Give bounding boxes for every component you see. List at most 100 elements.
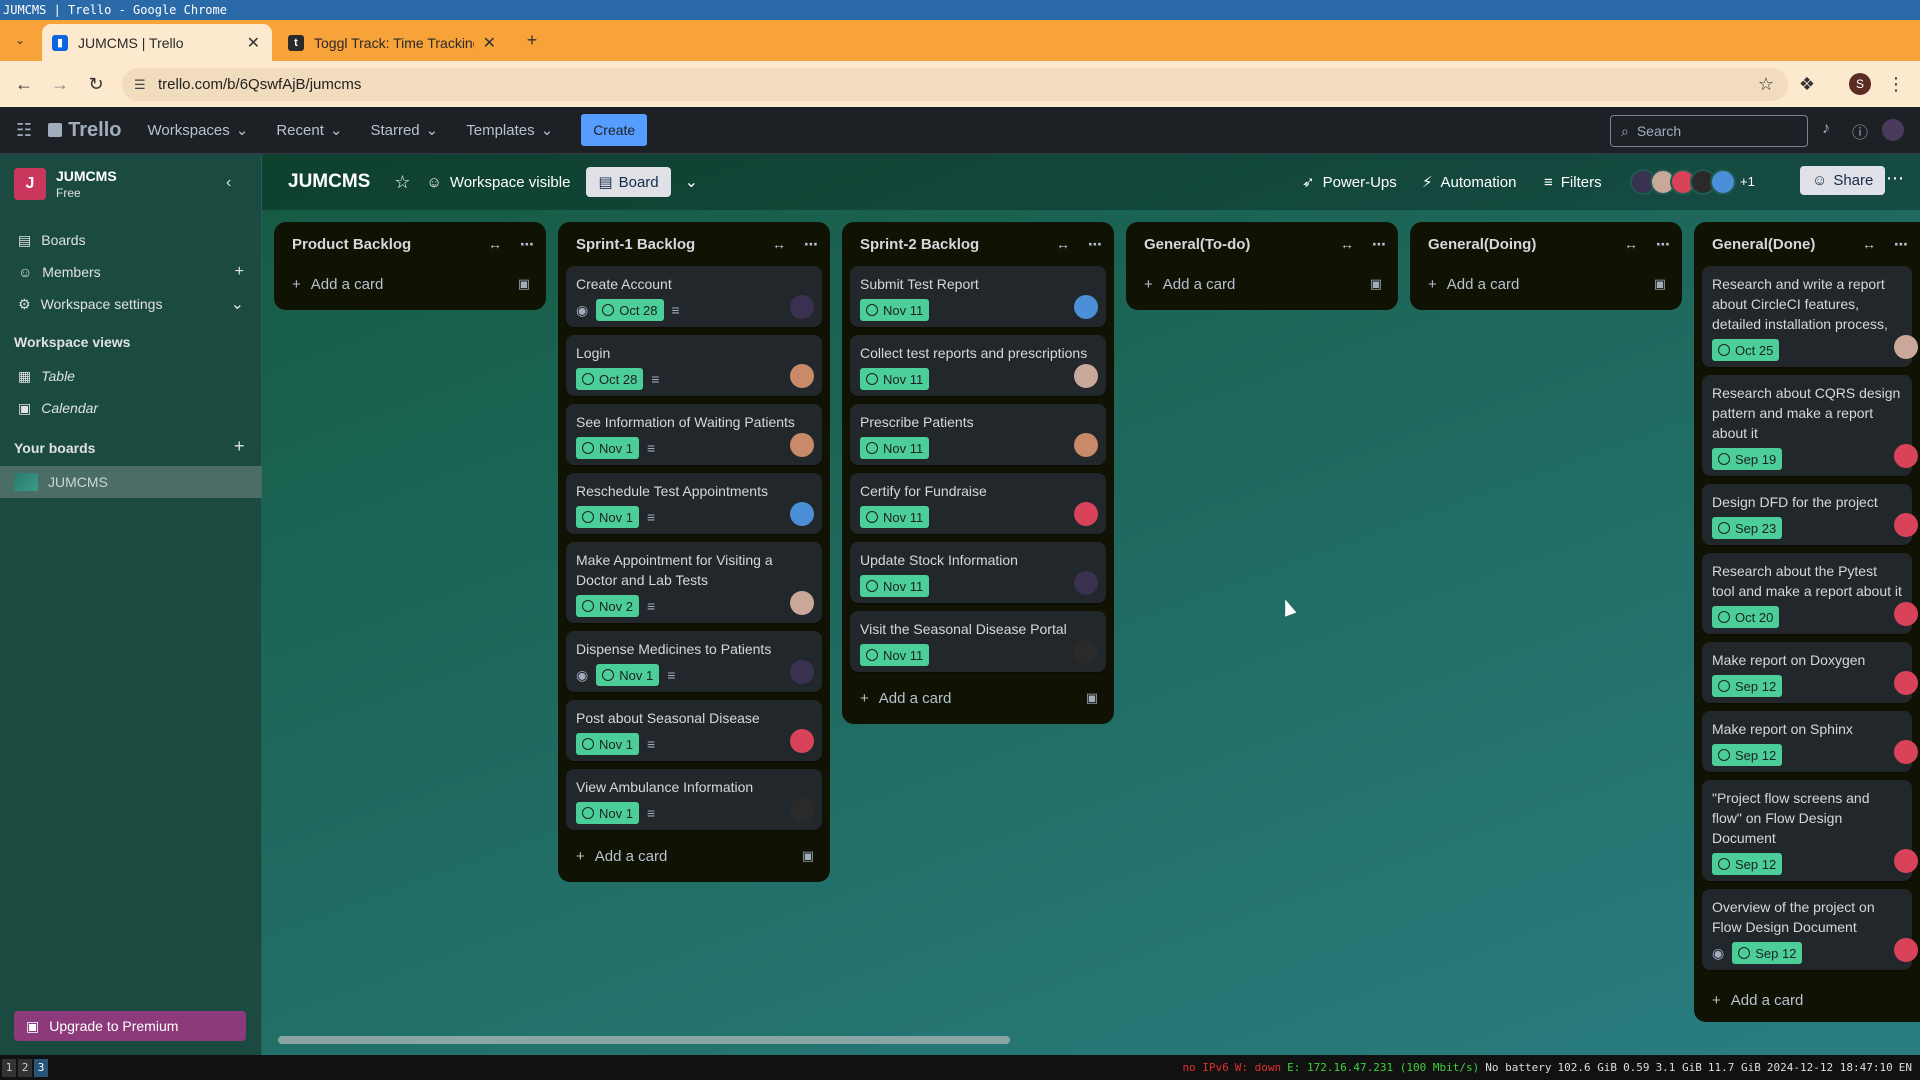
address-bar[interactable]: ☰ trello.com/b/6QswfAjB/jumcms ☆ bbox=[122, 68, 1788, 101]
card-template-icon[interactable]: ▣ bbox=[802, 848, 814, 864]
card[interactable]: View Ambulance Information Nov 1 ≡ bbox=[566, 769, 822, 830]
tab-search-icon[interactable]: ⌄ bbox=[8, 28, 32, 52]
due-date-badge[interactable]: Nov 11 bbox=[860, 575, 930, 597]
collapse-sidebar-icon[interactable]: ‹ bbox=[226, 174, 231, 192]
member-avatar[interactable] bbox=[1894, 849, 1918, 873]
browser-tab-trello[interactable]: ▮ JUMCMS | Trello ✕ bbox=[42, 24, 272, 61]
forward-icon[interactable]: → bbox=[48, 72, 72, 96]
list-menu-icon[interactable]: ⋯ bbox=[804, 236, 818, 253]
due-date-badge[interactable]: Oct 28 bbox=[596, 299, 664, 321]
menu-templates[interactable]: Templates ⌄ bbox=[466, 121, 553, 140]
due-date-badge[interactable]: Nov 1 bbox=[576, 733, 639, 755]
chevron-down-icon[interactable]: ⌄ bbox=[685, 172, 698, 192]
card[interactable]: Login Oct 28 ≡ bbox=[566, 335, 822, 396]
board-members[interactable]: +1 bbox=[1630, 169, 1755, 195]
due-date-badge[interactable]: Sep 12 bbox=[1712, 675, 1783, 697]
menu-workspaces[interactable]: Workspaces ⌄ bbox=[148, 121, 249, 140]
due-date-badge[interactable]: Sep 12 bbox=[1712, 744, 1783, 766]
card[interactable]: Overview of the project on Flow Design D… bbox=[1702, 889, 1918, 970]
card[interactable]: Make report on Sphinx Sep 12 bbox=[1702, 711, 1918, 772]
trello-logo[interactable]: Trello bbox=[48, 119, 122, 142]
account-avatar[interactable] bbox=[1880, 117, 1906, 143]
due-date-badge[interactable]: Nov 11 bbox=[860, 299, 930, 321]
card[interactable]: Update Stock Information Nov 11 bbox=[850, 542, 1106, 603]
collapse-list-icon[interactable]: ↔ bbox=[772, 236, 786, 253]
close-tab-icon[interactable]: ✕ bbox=[247, 33, 260, 53]
due-date-badge[interactable]: Oct 20 bbox=[1712, 606, 1780, 628]
member-avatar[interactable] bbox=[790, 798, 814, 822]
member-avatar[interactable] bbox=[1894, 671, 1918, 695]
member-avatar[interactable] bbox=[1074, 571, 1098, 595]
due-date-badge[interactable]: Sep 19 bbox=[1712, 448, 1783, 470]
list-menu-icon[interactable]: ⋯ bbox=[1088, 236, 1102, 253]
filters-button[interactable]: ≡ Filters bbox=[1544, 174, 1602, 191]
scrollbar-thumb[interactable] bbox=[278, 1036, 1010, 1044]
card[interactable]: Visit the Seasonal Disease Portal Nov 11 bbox=[850, 611, 1106, 672]
card[interactable]: Dispense Medicines to Patients ◉ Nov 1 ≡ bbox=[566, 631, 822, 692]
card[interactable]: Design DFD for the project Sep 23 bbox=[1702, 484, 1918, 545]
due-date-badge[interactable]: Sep 12 bbox=[1732, 942, 1803, 964]
due-date-badge[interactable]: Nov 1 bbox=[576, 506, 639, 528]
reload-icon[interactable]: ↻ bbox=[84, 72, 108, 96]
member-avatar[interactable] bbox=[1894, 938, 1918, 962]
collapse-list-icon[interactable]: ↔ bbox=[488, 236, 502, 253]
member-avatar[interactable] bbox=[790, 729, 814, 753]
due-date-badge[interactable]: Sep 12 bbox=[1712, 853, 1783, 875]
card-template-icon[interactable]: ▣ bbox=[1086, 690, 1098, 706]
add-card-button[interactable]: + Add a card ▣ bbox=[1134, 266, 1390, 302]
list-title[interactable]: General(To-do) bbox=[1144, 236, 1250, 253]
list-title[interactable]: General(Doing) bbox=[1428, 236, 1536, 253]
collapse-list-icon[interactable]: ↔ bbox=[1340, 236, 1354, 253]
card[interactable]: "Project flow screens and flow" on Flow … bbox=[1702, 780, 1918, 881]
due-date-badge[interactable]: Nov 1 bbox=[576, 802, 639, 824]
menu-recent[interactable]: Recent ⌄ bbox=[276, 121, 342, 140]
due-date-badge[interactable]: Nov 11 bbox=[860, 506, 930, 528]
card[interactable]: Research and write a report about Circle… bbox=[1702, 266, 1918, 367]
workspace-button[interactable]: 2 bbox=[18, 1058, 32, 1077]
workspace-button[interactable]: 1 bbox=[2, 1058, 16, 1077]
add-card-button[interactable]: + Add a card bbox=[1702, 982, 1803, 1018]
extensions-icon[interactable]: ❖ bbox=[1795, 72, 1819, 96]
list-header[interactable]: Product Backlog ↔ ⋯ bbox=[282, 222, 538, 266]
card[interactable]: Create Account ◉ Oct 28 ≡ bbox=[566, 266, 822, 327]
list-header[interactable]: Sprint-1 Backlog ↔ ⋯ bbox=[566, 222, 822, 266]
member-avatar[interactable] bbox=[790, 295, 814, 319]
collapse-list-icon[interactable]: ↔ bbox=[1624, 236, 1638, 253]
add-card-button[interactable]: + Add a card ▣ bbox=[282, 266, 538, 302]
sidebar-item-boards[interactable]: ▤ Boards bbox=[0, 224, 262, 256]
card[interactable]: Reschedule Test Appointments Nov 1 ≡ bbox=[566, 473, 822, 534]
list-title[interactable]: General(Done) bbox=[1712, 236, 1815, 253]
card[interactable]: Prescribe Patients Nov 11 bbox=[850, 404, 1106, 465]
help-icon[interactable]: ⓘ bbox=[1852, 119, 1868, 143]
card[interactable]: Research about CQRS design pattern and m… bbox=[1702, 375, 1918, 476]
list-menu-icon[interactable]: ⋯ bbox=[1656, 236, 1670, 253]
add-member-icon[interactable]: + bbox=[235, 263, 244, 281]
share-button[interactable]: ☺ Share bbox=[1800, 166, 1886, 195]
due-date-badge[interactable]: Nov 11 bbox=[860, 644, 930, 666]
member-avatar[interactable] bbox=[1894, 602, 1918, 626]
card-template-icon[interactable]: ▣ bbox=[1654, 276, 1666, 292]
due-date-badge[interactable]: Oct 25 bbox=[1712, 339, 1780, 361]
member-avatar[interactable] bbox=[1074, 640, 1098, 664]
member-avatar[interactable] bbox=[1894, 335, 1918, 359]
card-template-icon[interactable]: ▣ bbox=[518, 276, 530, 292]
search-input[interactable]: ⌕ Search bbox=[1610, 115, 1808, 147]
due-date-badge[interactable]: Nov 11 bbox=[860, 437, 930, 459]
member-avatar[interactable] bbox=[1894, 444, 1918, 468]
visibility-button[interactable]: ☺ Workspace visible bbox=[426, 174, 570, 191]
browser-tab-toggl[interactable]: t Toggl Track: Time Tracking S ✕ bbox=[278, 24, 508, 61]
upgrade-button[interactable]: ▣ Upgrade to Premium bbox=[14, 1011, 246, 1041]
notifications-icon[interactable]: ♪ bbox=[1822, 120, 1830, 138]
due-date-badge[interactable]: Nov 11 bbox=[860, 368, 930, 390]
site-info-icon[interactable]: ☰ bbox=[134, 77, 146, 93]
due-date-badge[interactable]: Nov 1 bbox=[576, 437, 639, 459]
sidebar-view-table[interactable]: ▦ Table bbox=[0, 360, 262, 392]
list-title[interactable]: Product Backlog bbox=[292, 236, 411, 253]
due-date-badge[interactable]: Oct 28 bbox=[576, 368, 644, 390]
list-header[interactable]: Sprint-2 Backlog ↔ ⋯ bbox=[850, 222, 1106, 266]
back-icon[interactable]: ← bbox=[12, 72, 36, 96]
card[interactable]: Certify for Fundraise Nov 11 bbox=[850, 473, 1106, 534]
card-template-icon[interactable]: ▣ bbox=[1370, 276, 1382, 292]
card[interactable]: Submit Test Report Nov 11 bbox=[850, 266, 1106, 327]
member-avatar[interactable] bbox=[1894, 740, 1918, 764]
